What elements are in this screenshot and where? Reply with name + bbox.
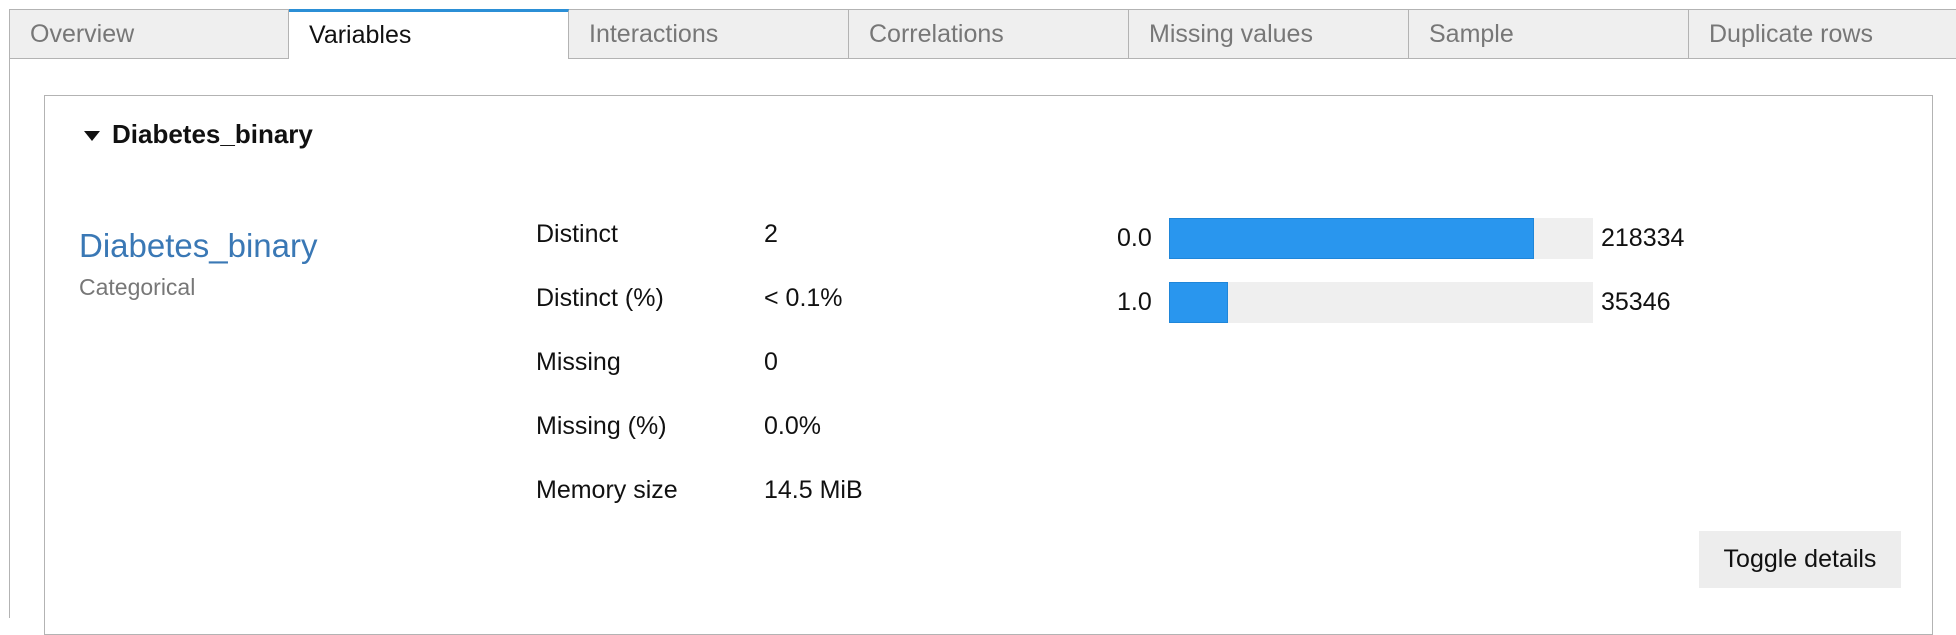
stat-label: Missing (%) — [536, 412, 667, 440]
tab-missing-values[interactable]: Missing values — [1129, 9, 1409, 59]
stat-label: Distinct — [536, 220, 618, 248]
frequency-bar — [1169, 282, 1229, 323]
stat-value: < 0.1% — [764, 284, 843, 312]
frequency-row: 1.0 35346 — [1100, 282, 1700, 324]
stat-label: Memory size — [536, 476, 678, 504]
tab-sample[interactable]: Sample — [1409, 9, 1689, 59]
stat-value: 0.0% — [764, 412, 821, 440]
stat-label: Missing — [536, 348, 621, 376]
frequency-count: 35346 — [1601, 288, 1671, 316]
frequency-label: 0.0 — [1117, 224, 1152, 252]
frequency-track — [1169, 218, 1593, 259]
variable-card — [44, 95, 1933, 635]
tab-interactions[interactable]: Interactions — [569, 9, 849, 59]
section-title: Diabetes_binary — [112, 119, 313, 149]
frequency-count: 218334 — [1601, 224, 1685, 252]
variable-type: Categorical — [79, 274, 196, 300]
variable-section-header[interactable]: Diabetes_binary — [84, 119, 313, 150]
toggle-details-button[interactable]: Toggle details — [1699, 531, 1901, 588]
frequency-bar — [1169, 218, 1534, 259]
tab-bar: Overview Variables Interactions Correlat… — [9, 9, 1956, 59]
tab-overview[interactable]: Overview — [9, 9, 289, 59]
frequency-row: 0.0 218334 — [1100, 218, 1700, 260]
stat-value: 2 — [764, 220, 778, 248]
stat-value: 0 — [764, 348, 778, 376]
variable-name-link[interactable]: Diabetes_binary — [79, 227, 317, 265]
stat-label: Distinct (%) — [536, 284, 664, 312]
frequency-track — [1169, 282, 1593, 323]
frequency-label: 1.0 — [1117, 288, 1152, 316]
tab-correlations[interactable]: Correlations — [849, 9, 1129, 59]
tab-duplicate-rows[interactable]: Duplicate rows — [1689, 9, 1956, 59]
caret-down-icon[interactable] — [84, 130, 100, 141]
stat-value: 14.5 MiB — [764, 476, 863, 504]
tab-variables[interactable]: Variables — [289, 9, 569, 59]
